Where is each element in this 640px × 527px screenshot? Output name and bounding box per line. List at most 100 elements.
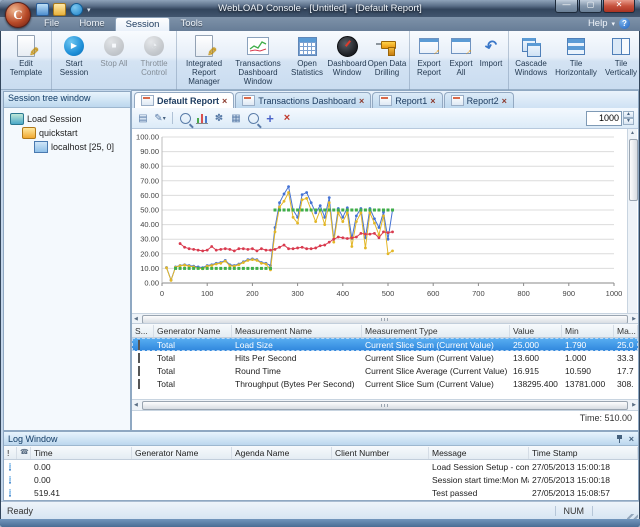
pen-tool-icon[interactable]: ✎ ▾ [153, 111, 167, 125]
load-session-icon [10, 113, 24, 125]
open-icon[interactable] [53, 3, 66, 16]
preview-icon[interactable] [246, 111, 260, 125]
series-color-swatch [138, 365, 140, 376]
svg-text:90.00: 90.00 [140, 147, 159, 156]
chart-view-icon[interactable] [195, 111, 209, 125]
sample-count-input[interactable] [586, 110, 622, 126]
table-view-icon[interactable]: ▦ [229, 111, 243, 125]
help-menu[interactable]: Help [588, 18, 608, 29]
table-row[interactable]: Total Throughput (Bytes Per Second) Curr… [132, 377, 638, 390]
close-tab-icon[interactable]: × [359, 96, 364, 106]
report-tab-transactions-dashboard[interactable]: Transactions Dashboard × [235, 92, 372, 108]
close-button[interactable]: ✕ [603, 0, 635, 13]
start-session-button[interactable]: ▶ Start Session [54, 33, 94, 77]
tab-session[interactable]: Session [114, 17, 171, 31]
tree-item-quickstart[interactable]: quickstart [8, 126, 130, 140]
spinner-up-icon[interactable]: ▲ [623, 111, 634, 118]
throttle-control-button[interactable]: ◔ Throttle Control [134, 33, 174, 77]
svg-text:50.00: 50.00 [140, 206, 159, 215]
table-row[interactable]: Total Round Time Current Slice Average (… [132, 364, 638, 377]
report-tab-default-report[interactable]: Default Report × [134, 92, 235, 108]
tree-item-load-session[interactable]: Load Session [8, 112, 130, 126]
zoom-settings-icon[interactable] [178, 111, 192, 125]
button-label: Throttle Control [140, 59, 168, 78]
button-label: Tile Horizontally [555, 59, 597, 78]
svg-text:100.00: 100.00 [136, 133, 159, 142]
pin-icon[interactable] [616, 434, 623, 443]
button-label: Dashboard Window [327, 59, 367, 78]
qat-customize-caret-icon[interactable]: ▾ [87, 6, 91, 14]
dashboard-window-icon [336, 34, 358, 58]
session-tree-pane: Session tree window Load Session quickst… [3, 91, 131, 431]
table-horizontal-scrollbar[interactable]: ◀ ▶ [132, 399, 638, 411]
cascade-windows-button[interactable]: Cascade Windows [511, 33, 551, 77]
quick-access-toolbar: ▾ [36, 3, 91, 16]
export-report-button[interactable]: Export Report [412, 33, 446, 77]
tree-item-label: quickstart [39, 128, 78, 138]
refresh-measurements-icon[interactable]: ✽ [212, 111, 226, 125]
transactions-dashboard-icon [247, 34, 269, 58]
log-row[interactable]: i 0.00 Session start time:Mon May ... 27… [4, 473, 638, 486]
info-icon: i [9, 476, 11, 484]
report-tab-label: Report1 [395, 95, 428, 106]
button-label: Start Session [59, 59, 89, 78]
run-icon[interactable] [70, 3, 83, 16]
window-bottom-border [0, 519, 640, 527]
svg-text:300: 300 [291, 289, 304, 298]
cascade-windows-icon [522, 34, 541, 58]
button-label: Tile Vertically [604, 59, 637, 78]
col-time-stamp: Time Stamp [529, 446, 638, 459]
button-label: Import [479, 59, 503, 68]
tile-vertically-button[interactable]: Tile Vertically [601, 33, 640, 77]
report-tab-report2[interactable]: Report2 × [443, 92, 514, 108]
svg-text:200: 200 [246, 289, 259, 298]
transactions-dashboard-window-button[interactable]: Transactions Dashboard Window [229, 33, 287, 87]
export-all-button[interactable]: Export All [446, 33, 476, 77]
report-properties-icon[interactable]: ▤ [136, 111, 150, 125]
integrated-report-manager-icon [195, 34, 213, 58]
maximize-button[interactable]: ▢ [579, 0, 602, 13]
log-header-row[interactable]: ! ☎ Time Generator Name Agenda Name Clie… [4, 446, 638, 460]
log-row[interactable]: i 0.00 Load Session Setup - comple... 27… [4, 460, 638, 473]
svg-text:10.00: 10.00 [140, 264, 159, 273]
tab-tools[interactable]: Tools [170, 17, 212, 31]
save-icon[interactable] [36, 3, 49, 16]
help-icon[interactable]: ? [619, 18, 630, 29]
minimize-button[interactable]: — [555, 0, 578, 13]
report-tab-report1[interactable]: Report1 × [372, 92, 443, 108]
close-tab-icon[interactable]: × [502, 96, 507, 106]
svg-text:40.00: 40.00 [140, 220, 159, 229]
open-statistics-button[interactable]: Open Statistics [287, 33, 327, 77]
close-log-icon[interactable]: × [629, 434, 634, 444]
dashboard-window-button[interactable]: Dashboard Window [327, 33, 367, 77]
table-row[interactable]: Total Hits Per Second Current Slice Sum … [132, 351, 638, 364]
export-all-icon [451, 34, 471, 58]
log-window-title: Log Window [8, 433, 58, 444]
open-data-drilling-button[interactable]: Open Data Drilling [367, 33, 407, 77]
series-color-swatch [138, 339, 140, 350]
stop-all-button[interactable]: ■ Stop All [94, 33, 134, 68]
svg-text:80.00: 80.00 [140, 162, 159, 171]
col-measurement-type: Measurement Type [362, 324, 510, 337]
table-row[interactable]: Total Load Size Current Slice Sum (Curre… [132, 338, 638, 351]
add-measurement-button[interactable]: + [263, 111, 277, 126]
tab-home[interactable]: Home [69, 17, 114, 31]
tree-item-label: Load Session [27, 114, 82, 124]
tile-horizontally-button[interactable]: Tile Horizontally [551, 33, 601, 77]
spinner-down-icon[interactable]: ▼ [623, 118, 634, 125]
log-row[interactable]: i 519.41 Test passed 27/05/2013 15:08:57 [4, 486, 638, 499]
import-button[interactable]: ↶ Import [476, 33, 506, 68]
close-tab-icon[interactable]: × [430, 96, 435, 106]
tree-item-localhost[interactable]: localhost [25, 0] [8, 140, 130, 154]
app-menu-button[interactable]: C [5, 2, 31, 28]
integrated-report-manager-button[interactable]: Integrated Report Manager [179, 33, 229, 87]
chart-vertical-scrollbar[interactable]: ▲▼ [627, 129, 638, 325]
close-tab-icon[interactable]: × [222, 96, 227, 106]
report-doc-icon [141, 95, 154, 106]
tab-file[interactable]: File [34, 17, 69, 31]
remove-measurement-button[interactable]: × [280, 111, 294, 125]
measurements-header-row[interactable]: S... Generator Name Measurement Name Mea… [132, 323, 638, 338]
report-doc-icon [379, 95, 393, 106]
col-generator-name: Generator Name [154, 324, 232, 337]
edit-template-button[interactable]: Edit Template [3, 33, 49, 77]
